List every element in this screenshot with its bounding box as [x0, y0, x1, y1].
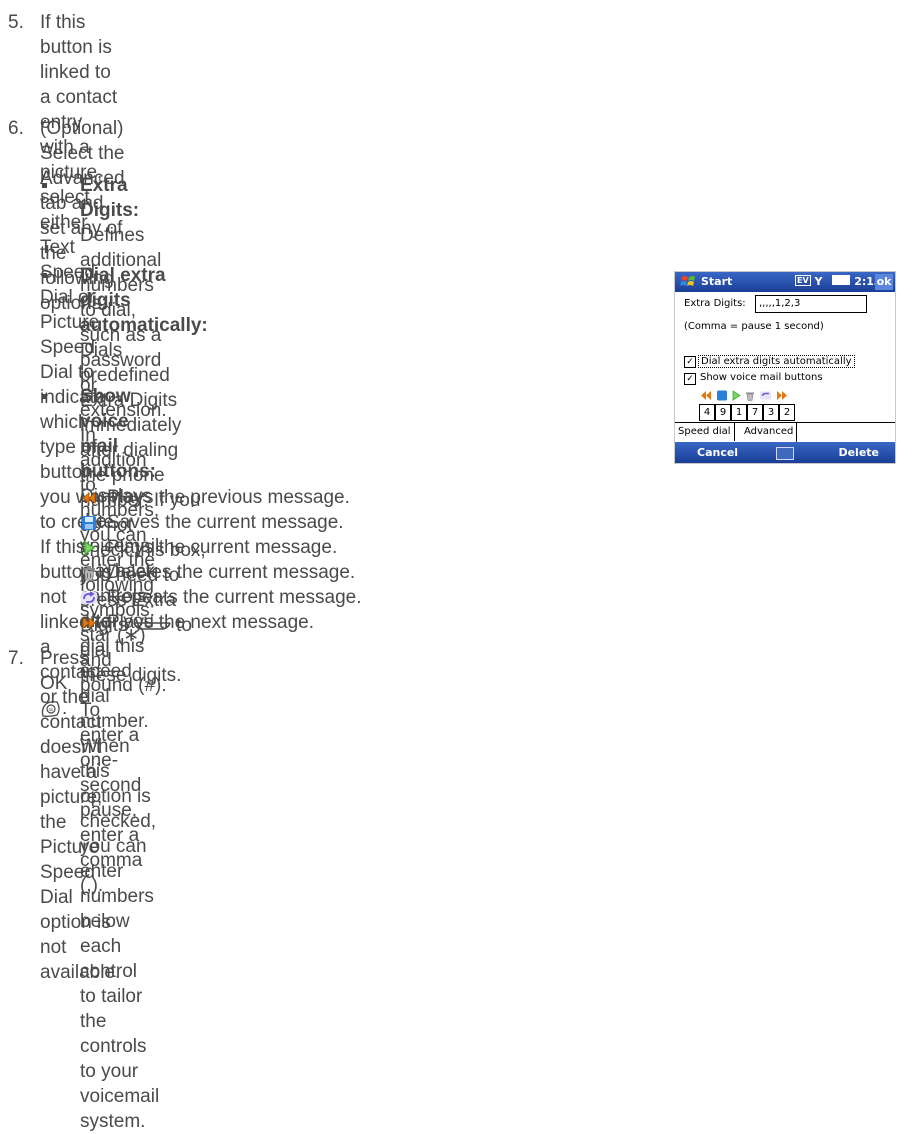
ok-button[interactable]: ok: [875, 274, 893, 290]
bullet-term: Dial extra digits automatically:: [80, 265, 208, 336]
bullet-term: Show voice mail buttons:: [80, 386, 156, 482]
svg-text:ok: ok: [49, 707, 54, 712]
play-icon: [84, 540, 96, 556]
tab-speed-dial[interactable]: Speed dial: [675, 423, 735, 441]
bullet-marker: [42, 394, 47, 399]
step-number: 6.: [8, 118, 24, 139]
soft-key-bar: Cancel Delete: [675, 442, 895, 463]
pause-note: (Comma = pause 1 second): [684, 321, 824, 332]
extra-digits-input[interactable]: ,,,,,1,2,3: [755, 295, 867, 313]
signal-icon: Y: [814, 275, 823, 288]
delete-soft-key[interactable]: Delete: [838, 446, 879, 459]
bullet-line: to tailor the controls to your voicemail…: [80, 986, 160, 1132]
dial-auto-label[interactable]: Dial extra digits automatically: [698, 355, 855, 368]
show-vm-checkbox[interactable]: ✓: [684, 373, 696, 385]
manual-page: 5. If this button is linked to a contact…: [0, 0, 917, 1132]
bullet-line: option is checked, you can enter numbers…: [80, 786, 157, 982]
dial-auto-checkbox[interactable]: ✓: [684, 356, 696, 368]
bullet-marker: [42, 183, 47, 188]
show-vm-label[interactable]: Show voice mail buttons: [700, 372, 823, 383]
vm-item-text: Saves the current message.: [107, 512, 344, 533]
digit-field[interactable]: 4: [699, 404, 715, 421]
digit-field[interactable]: 9: [715, 404, 731, 421]
vm-item-text: Repeats the current message.: [107, 587, 362, 608]
ok-key-icon: ok: [41, 701, 60, 717]
vm-item-text: Plays the current message.: [107, 537, 338, 558]
step-text: Press OK ok.: [40, 646, 89, 721]
tab-advanced[interactable]: Advanced: [741, 423, 798, 443]
extra-digits-label: Extra Digits:: [684, 298, 746, 309]
cancel-soft-key[interactable]: Cancel: [697, 446, 738, 459]
keyboard-icon[interactable]: [776, 447, 794, 460]
title-bar: Start EV Y 2:13 ok: [675, 272, 895, 292]
data-icon: EV: [795, 275, 811, 286]
device-screenshot: Start EV Y 2:13 ok Extra Digits: ,,,,,1,…: [674, 271, 896, 464]
digit-field[interactable]: 2: [779, 404, 795, 421]
start-label[interactable]: Start: [701, 275, 732, 288]
vm-item-text: Plays the previous message.: [107, 487, 350, 508]
digit-field[interactable]: 3: [763, 404, 779, 421]
repeat-icon: [81, 591, 97, 604]
digit-field[interactable]: 7: [747, 404, 763, 421]
step-line: Press OK: [40, 648, 89, 694]
vm-item-text: Plays the next message.: [107, 612, 314, 633]
step-number: 7.: [8, 648, 24, 669]
bullet-term: Extra Digits:: [80, 175, 140, 221]
battery-icon: [832, 275, 851, 285]
save-icon: [82, 516, 96, 530]
delete-icon: [83, 566, 95, 581]
previous-icon: [82, 492, 96, 504]
next-icon: [82, 617, 96, 629]
bullet-marker: [42, 273, 47, 278]
windows-flag-icon: [680, 276, 695, 286]
vm-item-text: Deletes the current message.: [107, 562, 356, 583]
status-area: EV Y 2:13: [795, 275, 882, 288]
digit-field[interactable]: 1: [731, 404, 747, 421]
tab-bar: Speed dial Advanced: [675, 422, 895, 443]
vm-control-icons: [701, 390, 787, 401]
step-number: 5.: [8, 12, 24, 33]
period: .: [62, 698, 68, 719]
